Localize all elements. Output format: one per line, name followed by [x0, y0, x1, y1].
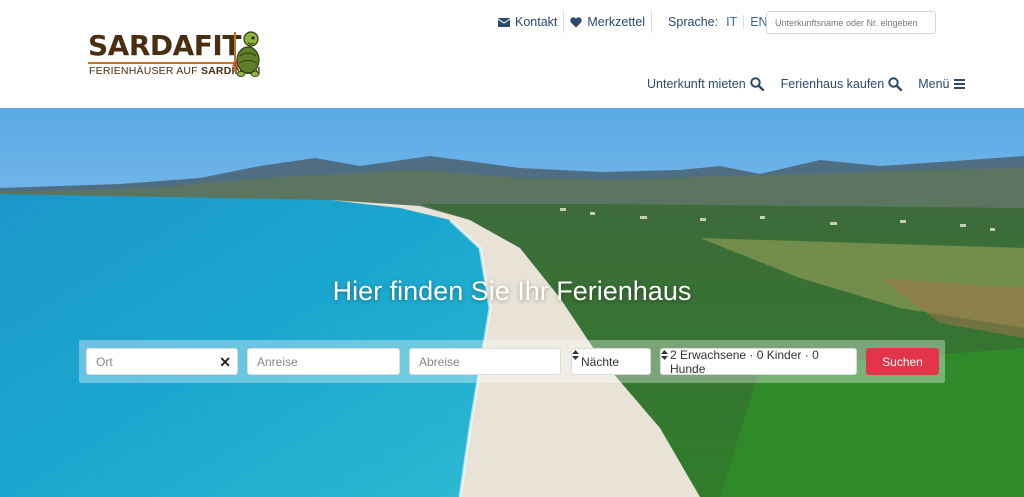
nav-rent-label: Unterkunft mieten — [647, 77, 746, 91]
arrival-date-field[interactable]: Anreise — [247, 348, 400, 375]
contact-label: Kontakt — [515, 15, 558, 29]
nav-rent-accommodation[interactable]: Unterkunft mieten — [647, 77, 764, 91]
top-utility-links: Kontakt Merkzettel Sprache: IT EN — [498, 10, 768, 34]
divider — [651, 11, 653, 33]
language-en[interactable]: EN — [750, 15, 767, 29]
departure-placeholder: Abreise — [419, 354, 460, 369]
select-arrows-icon — [661, 350, 668, 360]
arrival-placeholder: Anreise — [257, 354, 298, 369]
contact-link[interactable]: Kontakt — [498, 15, 557, 29]
nights-value: Nächte — [581, 354, 620, 369]
guests-value: 2 Erwachsene · 0 Kinder · 0 Hunde — [670, 347, 819, 376]
guests-select[interactable]: 2 Erwachsene · 0 Kinder · 0 Hunde — [660, 347, 857, 376]
search-button[interactable]: Suchen — [866, 348, 939, 375]
location-placeholder: Ort — [96, 354, 113, 369]
divider — [563, 11, 565, 33]
heart-icon — [570, 16, 583, 27]
search-icon — [888, 77, 903, 91]
property-search-input[interactable] — [766, 11, 936, 34]
logo-wordmark: SARDAFIT — [88, 29, 241, 62]
search-icon — [749, 77, 764, 91]
hero-banner: Hier finden Sie Ihr Ferienhaus Ort ✕ Anr… — [0, 108, 1024, 497]
site-logo[interactable]: SARDAFIT FERIENHÄUSER AUF SARDINIEN — [88, 30, 268, 80]
site-header: SARDAFIT FERIENHÄUSER AUF SARDINIEN Kont… — [0, 0, 1024, 108]
logo-underline — [88, 62, 236, 64]
envelope-icon — [498, 17, 510, 27]
language-it[interactable]: IT — [726, 15, 737, 29]
wishlist-label: Merkzettel — [587, 15, 646, 29]
hamburger-icon — [953, 79, 965, 89]
language-label: Sprache: — [668, 15, 719, 29]
select-arrows-icon — [572, 350, 579, 360]
clear-icon[interactable]: ✕ — [219, 354, 231, 371]
nav-menu-label: Menü — [918, 77, 950, 91]
booking-search-bar: Ort ✕ Anreise Abreise Nächte 2 Erwachsen… — [79, 340, 945, 383]
divider — [743, 15, 745, 29]
hero-title: Hier finden Sie Ihr Ferienhaus — [332, 276, 692, 306]
nights-select[interactable]: Nächte — [571, 348, 651, 375]
location-field[interactable]: Ort ✕ — [86, 348, 238, 375]
nav-menu[interactable]: Menü — [918, 77, 965, 91]
nav-buy-label: Ferienhaus kaufen — [780, 77, 885, 91]
turtle-mascot-icon — [232, 31, 260, 77]
nav-buy-holiday-home[interactable]: Ferienhaus kaufen — [781, 77, 903, 91]
wishlist-link[interactable]: Merkzettel — [570, 15, 645, 29]
departure-date-field[interactable]: Abreise — [409, 348, 561, 375]
main-navigation: Unterkunft mieten Ferienhaus kaufen Menü — [647, 75, 965, 93]
